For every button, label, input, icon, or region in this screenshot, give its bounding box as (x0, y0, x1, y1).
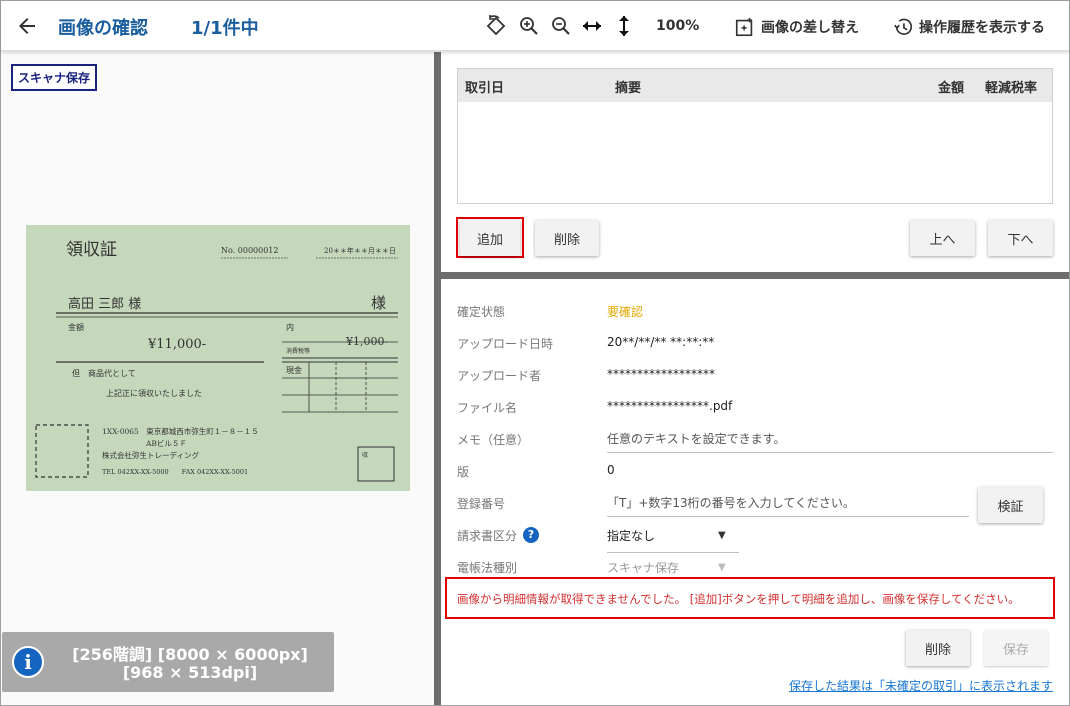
verify-button[interactable]: 検証 (978, 487, 1043, 523)
receipt-inner-label: 内 (286, 323, 294, 332)
uploader-label: アップロード者 (457, 369, 542, 383)
image-info-dpi: [968 × 513dpi] (122, 663, 258, 682)
receipt-honorific: 様 (371, 294, 387, 312)
help-icon[interactable]: ? (523, 527, 539, 543)
memo-label: メモ（任意） (457, 433, 530, 447)
receipt-amount-label: 金額 (68, 323, 84, 332)
registration-number-input[interactable]: 「T」+数字13桁の番号を入力してください。 (607, 494, 855, 511)
detail-table: 取引日 摘要 金額 軽減税率 (457, 68, 1053, 204)
upload-date-value: 20**/**/** **:**:** (607, 335, 715, 349)
chevron-down-icon[interactable]: ▼ (718, 530, 726, 541)
page-title: 画像の確認 (58, 18, 148, 39)
receipt-tax-amount: ¥1,000- (346, 335, 389, 348)
page-count: 1/1件中 (191, 18, 259, 39)
receipt-image: 領収証 No. 00000012 20＊＊年＊＊月＊＊日 高田 三郎 様 様 金… (26, 225, 410, 491)
receipt-received: 上記正に領収いたしました (106, 389, 202, 398)
receipt-amount: ¥11,000- (148, 337, 207, 352)
receipt-tel: TEL 042XX-XX-5000 FAX 042XX-XX-5001 (102, 468, 249, 476)
fit-height-icon[interactable] (612, 14, 636, 38)
horizontal-splitter[interactable] (441, 272, 1069, 279)
image-info-resolution: [256階調] [8000 × 6000px] (72, 645, 308, 664)
receipt-cash-label: 現金 (286, 366, 302, 375)
image-preview-pane[interactable]: スキャナ保存 領収証 No. 00000012 20＊＊年＊＊月＊＊日 高田 三… (1, 52, 434, 705)
ebook-type-select: スキャナ保存 (607, 561, 680, 575)
invoice-type-label: 請求書区分 (457, 529, 518, 543)
filename-label: ファイル名 (457, 401, 518, 415)
detail-table-header: 取引日 摘要 金額 軽減税率 (458, 69, 1052, 102)
header-bar: 画像の確認 1/1件中 100% 画像の差し替え 操作履歴を表示する (1, 1, 1069, 51)
version-value: 0 (607, 463, 615, 477)
save-button[interactable]: 保存 (984, 630, 1048, 666)
error-message: 画像から明細情報が取得できませんでした。 [追加]ボタンを押して明細を追加し、画… (457, 592, 1020, 606)
back-arrow-icon[interactable] (15, 14, 39, 38)
receipt-company: 株式会社弥生トレーディング (102, 451, 199, 460)
receipt-number: No. 00000012 (221, 246, 279, 255)
vertical-splitter[interactable] (434, 52, 441, 705)
add-row-button[interactable]: 追加 (460, 220, 520, 256)
invoice-type-select[interactable]: 指定なし (607, 527, 655, 544)
column-tax-rate: 軽減税率 (985, 81, 1038, 96)
uploader-value: ****************** (607, 367, 715, 381)
column-summary: 摘要 (615, 81, 642, 96)
chevron-down-icon: ▼ (718, 562, 726, 573)
memo-input[interactable]: 任意のテキストを設定できます。 (607, 430, 785, 447)
rotate-icon[interactable] (484, 14, 508, 38)
scanner-save-badge: スキャナ保存 (11, 64, 98, 91)
zoom-in-icon[interactable] (517, 14, 541, 38)
zoom-out-icon[interactable] (549, 14, 573, 38)
info-icon: i (12, 646, 44, 678)
show-history-label: 操作履歴を表示する (919, 20, 1045, 36)
error-message-box: 画像から明細情報が取得できませんでした。 [追加]ボタンを押して明細を追加し、画… (445, 577, 1055, 619)
column-amount: 金額 (938, 81, 965, 96)
image-info-box: i [256階調] [8000 × 6000px] [968 × 513dpi] (2, 632, 334, 692)
properties-form: 確定状態 要確認 アップロード日時 20**/**/** **:**:** アッ… (441, 279, 1069, 705)
replace-image-label: 画像の差し替え (761, 20, 859, 36)
receipt-lines (35, 257, 398, 482)
ebook-type-label: 電帳法種別 (457, 561, 518, 575)
receipt-stamp: 収 (362, 452, 369, 459)
detail-panel: 取引日 摘要 金額 軽減税率 追加 削除 上へ 下へ (441, 52, 1069, 272)
zoom-level: 100% (656, 18, 700, 34)
filename-value: *****************.pdf (607, 399, 733, 413)
memo-underline (607, 452, 1053, 453)
replace-image-button[interactable]: 画像の差し替え (734, 14, 859, 40)
receipt-recipient: 高田 三郎 様 (68, 297, 142, 312)
show-history-button[interactable]: 操作履歴を表示する (892, 14, 1045, 40)
receipt-date: 20＊＊年＊＊月＊＊日 (324, 247, 396, 255)
receipt-tax-label: 消費税等 (286, 348, 311, 355)
column-date: 取引日 (465, 81, 505, 96)
version-label: 版 (457, 465, 470, 479)
status-label: 確定状態 (457, 305, 506, 319)
receipt-building: ABビル５Ｆ (146, 439, 187, 448)
delete-row-button[interactable]: 削除 (535, 220, 599, 256)
status-badge: 要確認 (607, 305, 644, 319)
move-up-button[interactable]: 上へ (910, 220, 975, 256)
registration-underline (607, 516, 969, 517)
receipt-address: 1XX-0065 東京都城西市弥生町１－８－１５ (102, 427, 259, 436)
fit-width-icon[interactable] (580, 14, 604, 38)
upload-date-label: アップロード日時 (457, 337, 554, 351)
registration-number-label: 登録番号 (457, 497, 506, 511)
receipt-title: 領収証 (66, 240, 117, 260)
image-replace-icon (735, 17, 753, 37)
invoice-type-underline (607, 552, 739, 553)
history-icon (894, 18, 913, 35)
move-down-button[interactable]: 下へ (988, 220, 1053, 256)
unconfirmed-transactions-link[interactable]: 保存した結果は「未確定の取引」に表示されます (789, 677, 1053, 694)
delete-button[interactable]: 削除 (906, 630, 970, 666)
receipt-proviso: 但 商品代として (72, 369, 136, 378)
